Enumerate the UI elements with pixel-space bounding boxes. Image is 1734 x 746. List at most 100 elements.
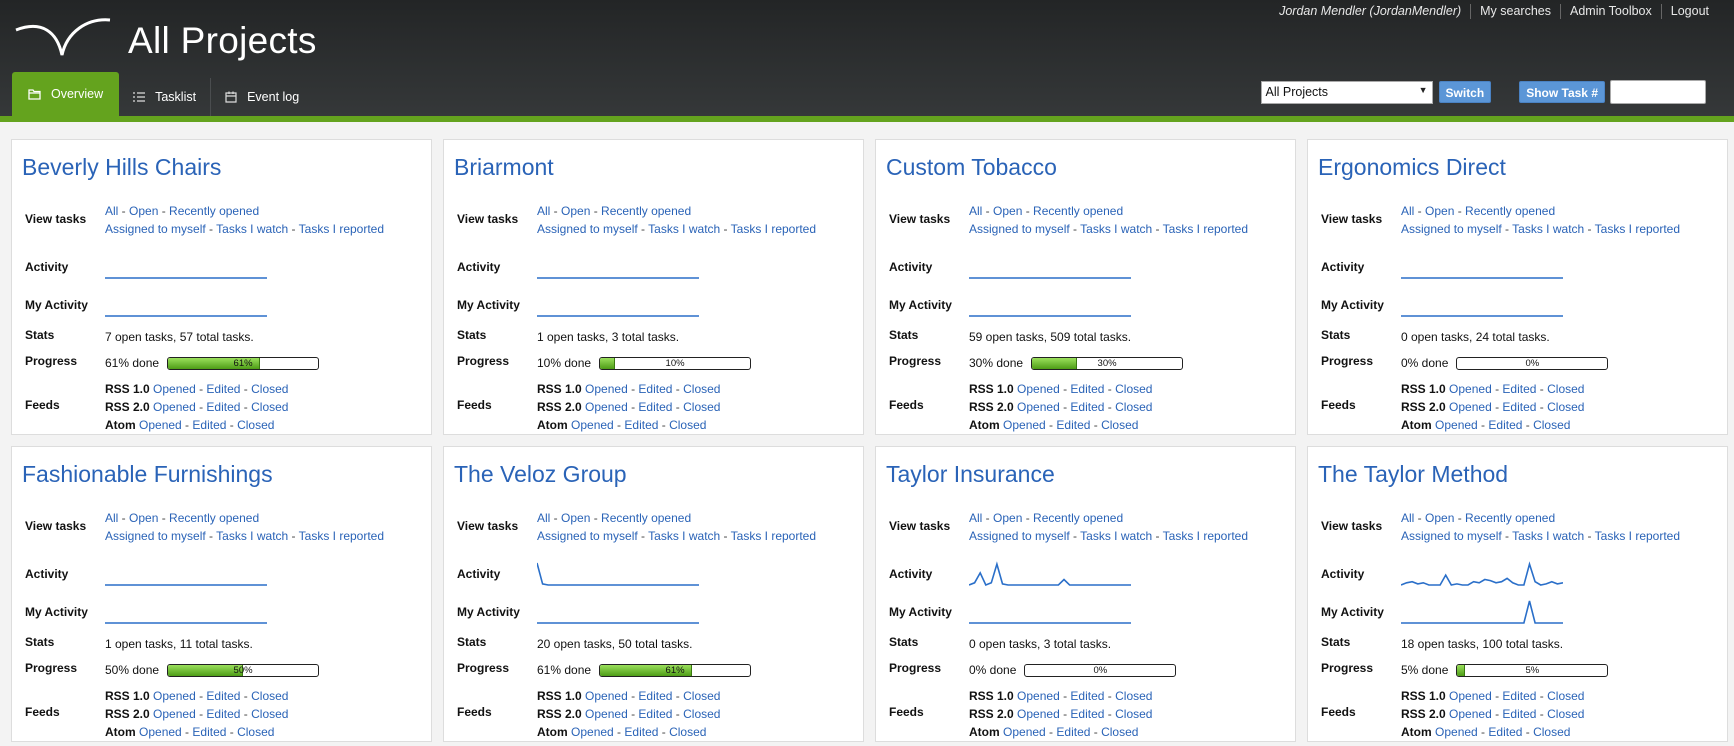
feed-opened-link[interactable]: Opened (153, 707, 196, 721)
project-name-link[interactable]: Beverly Hills Chairs (22, 154, 221, 180)
view-open-link[interactable]: Open (129, 511, 158, 525)
feed-edited-link[interactable]: Edited (638, 382, 672, 396)
feed-edited-link[interactable]: Edited (624, 418, 658, 432)
feed-opened-link[interactable]: Opened (1017, 400, 1060, 414)
feed-opened-link[interactable]: Opened (571, 725, 614, 739)
feed-edited-link[interactable]: Edited (1488, 418, 1522, 432)
view-open-link[interactable]: Open (561, 204, 590, 218)
view-assigned-link[interactable]: Assigned to myself (537, 222, 638, 236)
view-open-link[interactable]: Open (1425, 204, 1454, 218)
feed-closed-link[interactable]: Closed (1533, 418, 1570, 432)
view-watch-link[interactable]: Tasks I watch (648, 222, 720, 236)
feed-edited-link[interactable]: Edited (1488, 725, 1522, 739)
feed-edited-link[interactable]: Edited (1070, 400, 1104, 414)
feed-opened-link[interactable]: Opened (1449, 400, 1492, 414)
view-all-link[interactable]: All (105, 204, 118, 218)
view-watch-link[interactable]: Tasks I watch (1080, 222, 1152, 236)
feed-edited-link[interactable]: Edited (192, 418, 226, 432)
view-reported-link[interactable]: Tasks I reported (731, 529, 816, 543)
feed-opened-link[interactable]: Opened (571, 418, 614, 432)
feed-closed-link[interactable]: Closed (1115, 400, 1152, 414)
feed-closed-link[interactable]: Closed (251, 400, 288, 414)
feed-edited-link[interactable]: Edited (206, 400, 240, 414)
feed-closed-link[interactable]: Closed (251, 689, 288, 703)
view-all-link[interactable]: All (969, 204, 982, 218)
view-all-link[interactable]: All (537, 204, 550, 218)
feed-opened-link[interactable]: Opened (139, 418, 182, 432)
feed-closed-link[interactable]: Closed (683, 707, 720, 721)
logout-link[interactable]: Logout (1660, 4, 1718, 19)
project-name-link[interactable]: The Taylor Method (1318, 461, 1508, 487)
feed-closed-link[interactable]: Closed (251, 707, 288, 721)
tab-tasklist[interactable]: Tasklist (119, 78, 212, 116)
view-watch-link[interactable]: Tasks I watch (648, 529, 720, 543)
feed-closed-link[interactable]: Closed (1115, 382, 1152, 396)
tab-event-log[interactable]: Event log (211, 78, 313, 116)
view-watch-link[interactable]: Tasks I watch (216, 222, 288, 236)
view-watch-link[interactable]: Tasks I watch (1080, 529, 1152, 543)
feed-opened-link[interactable]: Opened (585, 382, 628, 396)
view-recently-opened-link[interactable]: Recently opened (1465, 511, 1555, 525)
feed-edited-link[interactable]: Edited (206, 689, 240, 703)
feed-closed-link[interactable]: Closed (683, 382, 720, 396)
view-open-link[interactable]: Open (561, 511, 590, 525)
view-reported-link[interactable]: Tasks I reported (1163, 222, 1248, 236)
feed-closed-link[interactable]: Closed (251, 382, 288, 396)
feed-edited-link[interactable]: Edited (638, 689, 672, 703)
feed-edited-link[interactable]: Edited (1502, 400, 1536, 414)
feed-edited-link[interactable]: Edited (206, 382, 240, 396)
feed-edited-link[interactable]: Edited (1502, 707, 1536, 721)
view-open-link[interactable]: Open (129, 204, 158, 218)
feed-edited-link[interactable]: Edited (1502, 382, 1536, 396)
feed-opened-link[interactable]: Opened (1449, 707, 1492, 721)
project-name-link[interactable]: Fashionable Furnishings (22, 461, 273, 487)
project-name-link[interactable]: Briarmont (454, 154, 554, 180)
feed-closed-link[interactable]: Closed (669, 725, 706, 739)
feed-closed-link[interactable]: Closed (1533, 725, 1570, 739)
feed-edited-link[interactable]: Edited (1070, 707, 1104, 721)
view-recently-opened-link[interactable]: Recently opened (1033, 511, 1123, 525)
feed-opened-link[interactable]: Opened (585, 400, 628, 414)
view-recently-opened-link[interactable]: Recently opened (169, 511, 259, 525)
view-recently-opened-link[interactable]: Recently opened (601, 511, 691, 525)
feed-opened-link[interactable]: Opened (1017, 689, 1060, 703)
project-name-link[interactable]: Ergonomics Direct (1318, 154, 1506, 180)
view-assigned-link[interactable]: Assigned to myself (1401, 529, 1502, 543)
view-watch-link[interactable]: Tasks I watch (1512, 222, 1584, 236)
feed-closed-link[interactable]: Closed (669, 418, 706, 432)
feed-edited-link[interactable]: Edited (1056, 725, 1090, 739)
view-open-link[interactable]: Open (993, 204, 1022, 218)
feed-opened-link[interactable]: Opened (1003, 725, 1046, 739)
view-all-link[interactable]: All (537, 511, 550, 525)
feed-opened-link[interactable]: Opened (585, 707, 628, 721)
tab-overview[interactable]: Overview (12, 72, 120, 116)
show-task-button[interactable]: Show Task # (1519, 81, 1605, 103)
feed-opened-link[interactable]: Opened (585, 689, 628, 703)
admin-toolbox-link[interactable]: Admin Toolbox (1560, 4, 1661, 19)
my-searches-link[interactable]: My searches (1470, 4, 1560, 19)
feed-opened-link[interactable]: Opened (1449, 382, 1492, 396)
feed-closed-link[interactable]: Closed (683, 689, 720, 703)
project-name-link[interactable]: The Veloz Group (454, 461, 627, 487)
view-all-link[interactable]: All (1401, 204, 1414, 218)
feed-opened-link[interactable]: Opened (1017, 382, 1060, 396)
view-assigned-link[interactable]: Assigned to myself (105, 529, 206, 543)
view-reported-link[interactable]: Tasks I reported (299, 529, 384, 543)
view-open-link[interactable]: Open (993, 511, 1022, 525)
view-recently-opened-link[interactable]: Recently opened (1033, 204, 1123, 218)
task-number-input[interactable] (1610, 80, 1706, 104)
view-assigned-link[interactable]: Assigned to myself (969, 529, 1070, 543)
feed-closed-link[interactable]: Closed (1547, 707, 1584, 721)
feed-opened-link[interactable]: Opened (1017, 707, 1060, 721)
view-recently-opened-link[interactable]: Recently opened (601, 204, 691, 218)
feed-closed-link[interactable]: Closed (1547, 382, 1584, 396)
view-reported-link[interactable]: Tasks I reported (1595, 529, 1680, 543)
feed-edited-link[interactable]: Edited (1056, 418, 1090, 432)
feed-edited-link[interactable]: Edited (624, 725, 658, 739)
view-reported-link[interactable]: Tasks I reported (1163, 529, 1248, 543)
feed-closed-link[interactable]: Closed (1547, 689, 1584, 703)
feed-opened-link[interactable]: Opened (1435, 725, 1478, 739)
feed-edited-link[interactable]: Edited (1070, 382, 1104, 396)
feed-opened-link[interactable]: Opened (153, 689, 196, 703)
feed-closed-link[interactable]: Closed (1547, 400, 1584, 414)
